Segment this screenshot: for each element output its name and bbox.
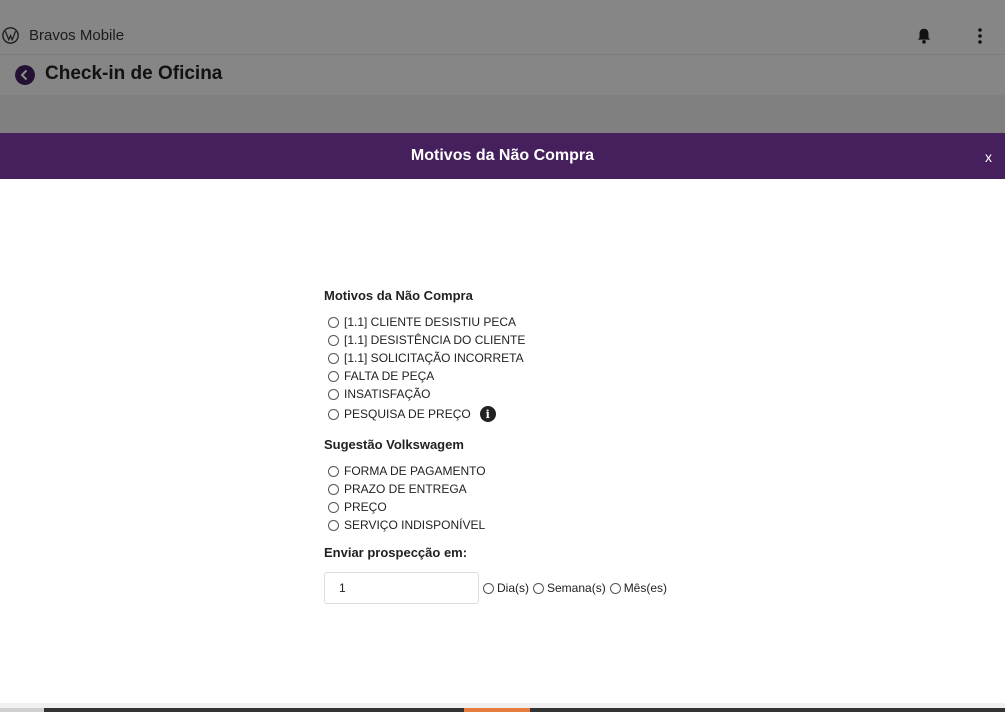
- radio-button[interactable]: [328, 370, 339, 382]
- motivo-option[interactable]: FALTA DE PEÇA: [324, 367, 744, 385]
- option-label: [1.1] SOLICITAÇÃO INCORRETA: [344, 351, 524, 365]
- option-label: [1.1] DESISTÊNCIA DO CLIENTE: [344, 333, 526, 347]
- radio-button[interactable]: [483, 582, 494, 594]
- radio-button[interactable]: [328, 408, 339, 420]
- radio-button[interactable]: [328, 352, 339, 364]
- no-purchase-form: Motivos da Não Compra [1.1] CLIENTE DESI…: [324, 288, 744, 604]
- period-label: Semana(s): [547, 581, 606, 595]
- motivo-option[interactable]: [1.1] DESISTÊNCIA DO CLIENTE: [324, 331, 744, 349]
- motivos-options: [1.1] CLIENTE DESISTIU PECA [1.1] DESIST…: [324, 313, 744, 425]
- sugestao-option[interactable]: PRAZO DE ENTREGA: [324, 480, 744, 498]
- bottom-strip: [0, 703, 1005, 712]
- prospeccao-quantity-input[interactable]: [324, 572, 479, 604]
- period-option-months[interactable]: Mês(es): [609, 581, 668, 595]
- strip-segment: [44, 708, 464, 712]
- motivo-option[interactable]: [1.1] SOLICITAÇÃO INCORRETA: [324, 349, 744, 367]
- strip-segment: [0, 708, 44, 712]
- sugestao-option[interactable]: PREÇO: [324, 498, 744, 516]
- radio-button[interactable]: [328, 519, 339, 531]
- radio-button[interactable]: [533, 582, 544, 594]
- modal-backdrop[interactable]: [0, 0, 1005, 133]
- option-label: FORMA DE PAGAMENTO: [344, 464, 486, 478]
- option-label: PESQUISA DE PREÇO: [344, 407, 471, 421]
- close-button[interactable]: x: [985, 149, 992, 165]
- radio-button[interactable]: [328, 316, 339, 328]
- option-label: INSATISFAÇÃO: [344, 387, 431, 401]
- strip-segment: [464, 708, 530, 712]
- motivos-section-title: Motivos da Não Compra: [324, 288, 473, 303]
- option-label: FALTA DE PEÇA: [344, 369, 435, 383]
- motivo-option[interactable]: [1.1] CLIENTE DESISTIU PECA: [324, 313, 744, 331]
- modal-body: Motivos da Não Compra [1.1] CLIENTE DESI…: [0, 179, 1005, 703]
- sugestao-option[interactable]: SERVIÇO INDISPONÍVEL: [324, 516, 744, 534]
- radio-button[interactable]: [328, 483, 339, 495]
- radio-button[interactable]: [328, 501, 339, 513]
- period-label: Mês(es): [623, 581, 668, 595]
- modal-header: Motivos da Não Compra x: [0, 133, 1005, 179]
- period-option-days[interactable]: Dia(s): [483, 581, 529, 595]
- option-label: SERVIÇO INDISPONÍVEL: [344, 518, 486, 532]
- prospeccao-row: Dia(s) Semana(s) Mês(es): [324, 572, 744, 604]
- sugestao-section-title: Sugestão Volkswagem: [324, 437, 464, 452]
- motivo-option[interactable]: PESQUISA DE PREÇO i: [324, 403, 744, 425]
- prospeccao-section-title: Enviar prospecção em:: [324, 545, 468, 560]
- period-option-weeks[interactable]: Semana(s): [533, 581, 606, 595]
- option-label: PRAZO DE ENTREGA: [344, 482, 467, 496]
- radio-button[interactable]: [609, 582, 621, 594]
- radio-button[interactable]: [328, 334, 339, 346]
- option-label: [1.1] CLIENTE DESISTIU PECA: [344, 315, 517, 329]
- period-label: Dia(s): [497, 581, 529, 595]
- sugestao-options: FORMA DE PAGAMENTO PRAZO DE ENTREGA PREÇ…: [324, 462, 744, 534]
- motivo-option[interactable]: INSATISFAÇÃO: [324, 385, 744, 403]
- info-icon[interactable]: i: [479, 406, 496, 422]
- strip-segment: [530, 708, 1005, 712]
- sugestao-option[interactable]: FORMA DE PAGAMENTO: [324, 462, 744, 480]
- modal-title: Motivos da Não Compra: [410, 147, 595, 164]
- radio-button[interactable]: [328, 465, 339, 477]
- option-label: PREÇO: [344, 500, 387, 514]
- radio-button[interactable]: [328, 388, 339, 400]
